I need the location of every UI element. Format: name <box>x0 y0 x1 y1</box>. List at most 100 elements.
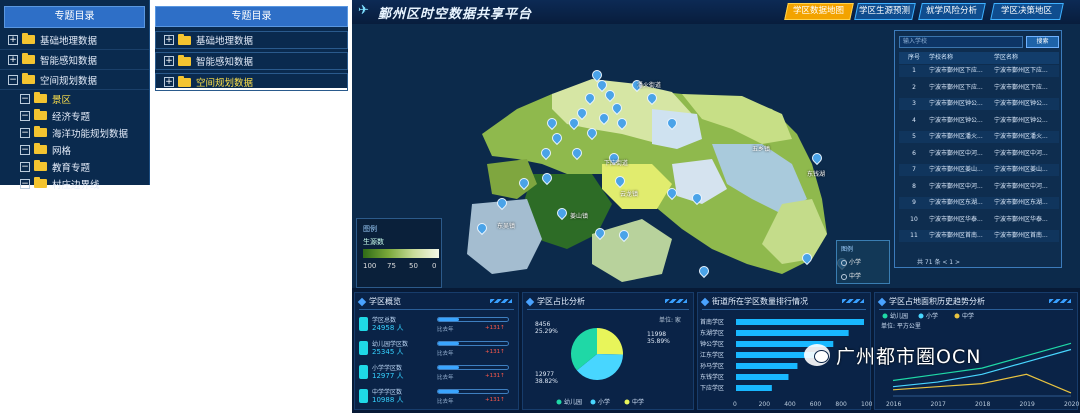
map-place-label: 姜山镇 <box>570 213 589 220</box>
ranking-bar[interactable] <box>736 363 798 369</box>
cell-index: 1 <box>912 67 916 74</box>
tab-decision-area[interactable]: 学区决策地区 <box>990 3 1064 20</box>
table-row[interactable]: 10 宁波市鄞州区华泰... 宁波市鄞州区华泰... <box>899 214 1059 226</box>
ranking-bar[interactable] <box>736 385 772 391</box>
folder-icon <box>22 73 35 84</box>
bar-category-label: 钟公学区 <box>700 340 724 348</box>
cell-school: 宁波市鄞州区下应... <box>929 83 983 91</box>
map-place-label: 下应街道 <box>604 160 629 167</box>
tree-child-economy[interactable]: − 经济专题 <box>0 107 149 124</box>
expand-icon[interactable]: + <box>164 35 174 45</box>
cell-school: 宁波市鄞州区钟公... <box>929 116 983 124</box>
collapse-icon[interactable]: − <box>8 74 18 85</box>
overview-change: +131↑ <box>485 397 505 403</box>
ranking-bar[interactable] <box>736 374 789 380</box>
tab-label: 就学风险分析 <box>926 6 978 16</box>
cell-index: 11 <box>910 232 918 239</box>
overview-value: 24958 人 <box>372 324 404 332</box>
radio-icon <box>841 273 847 280</box>
legend-tick: 50 <box>409 262 418 270</box>
overview-progress <box>437 389 509 394</box>
card-divider <box>359 309 514 310</box>
cell-index: 4 <box>912 116 916 124</box>
table-row[interactable]: 7 宁波市鄞州区姜山... 宁波市鄞州区姜山... <box>899 164 1059 176</box>
table-row[interactable]: 6 宁波市鄞州区中河... 宁波市鄞州区中河... <box>899 148 1059 160</box>
expand-icon[interactable]: + <box>164 56 174 66</box>
tree-item-sensing[interactable]: + 智能感知数据 <box>0 50 149 70</box>
x-tick-label: 0 <box>733 401 737 408</box>
pie-value-label: 8456 <box>535 321 550 328</box>
wechat-icon <box>804 344 830 366</box>
folder-icon <box>34 160 47 171</box>
tree-item-planning[interactable]: − 空间规划数据 <box>0 70 149 90</box>
map-legend: 图例 生源数 100 75 50 0 <box>356 218 442 288</box>
collapse-icon[interactable]: − <box>20 161 30 172</box>
expand-icon[interactable]: + <box>8 54 18 65</box>
table-row[interactable]: 5 宁波市鄞州区潘火... 宁波市鄞州区潘火... <box>899 131 1059 143</box>
tab-risk-analysis[interactable]: 就学风险分析 <box>918 3 986 20</box>
collapse-icon[interactable]: − <box>20 127 30 138</box>
collapse-icon[interactable]: − <box>20 110 30 121</box>
pie-slice[interactable] <box>597 328 623 355</box>
table-row[interactable]: 8 宁波市鄞州区中河... 宁波市鄞州区中河... <box>899 181 1059 193</box>
ranking-bar[interactable] <box>736 330 849 336</box>
ratio-pie-chart: 845625.29% 1297738.82% 1199835.89% 幼儿园 小学 中学 <box>535 321 670 406</box>
filter-option-primary[interactable]: 小学 <box>841 257 861 266</box>
table-row[interactable]: 4 宁波市鄞州区钟公... 宁波市鄞州区钟公... <box>899 115 1059 127</box>
tree-item-label: 教育专题 <box>52 162 91 174</box>
legend-dot <box>590 399 596 405</box>
ranking-bar[interactable] <box>736 319 864 325</box>
card-title: 学区占地面积历史趋势分析 <box>879 296 985 308</box>
tree-child-ocean[interactable]: − 海洋功能规划数据 <box>0 124 149 141</box>
tree-item-basic-geo[interactable]: + 基础地理数据 <box>0 30 149 50</box>
collapse-icon[interactable]: − <box>20 93 30 104</box>
tree-item-label: 空间规划数据 <box>196 78 254 89</box>
person-icon <box>359 317 368 331</box>
overview-compare: 比去年 <box>437 399 454 405</box>
tree-item-label: 基础地理数据 <box>40 35 98 47</box>
tree-item-label: 经济专题 <box>52 111 91 123</box>
cell-district: 宁波市鄞州区华泰... <box>994 215 1048 223</box>
table-row[interactable]: 9 宁波市鄞州区东湖... 宁波市鄞州区东湖... <box>899 197 1059 209</box>
expand-icon[interactable]: + <box>164 77 174 87</box>
filter-title: 图例 <box>841 246 854 253</box>
cell-district: 宁波市鄞州区姜山... <box>994 166 1048 173</box>
tree-child-grid[interactable]: − 网格 <box>0 141 149 158</box>
collapse-icon[interactable]: − <box>20 144 30 155</box>
tree-item-sensing[interactable]: + 智能感知数据 <box>155 52 348 70</box>
map-place-label: 东吴镇 <box>497 223 516 230</box>
table-row[interactable]: 1 宁波市鄞州区下应... 宁波市鄞州区下应... <box>899 65 1059 77</box>
legend-tick: 75 <box>387 262 396 270</box>
bar-category-label: 首南学区 <box>700 318 724 326</box>
table-row[interactable]: 3 宁波市鄞州区钟公... 宁波市鄞州区钟公... <box>899 98 1059 110</box>
expand-icon[interactable]: + <box>8 34 18 45</box>
tree-item-label: 基础地理数据 <box>196 36 254 47</box>
tree-child-scenic[interactable]: − 景区 <box>0 90 149 107</box>
cell-district: 宁波市鄞州区钟公... <box>994 100 1048 107</box>
card-title: 街道所在学区数量排行情况 <box>702 296 808 308</box>
tree-item-basic-geo[interactable]: + 基础地理数据 <box>155 31 348 49</box>
tree-item-label: 网格 <box>52 145 72 157</box>
school-list-panel: 输入学校 搜索 序号 学校名称 学区名称 1 宁波市鄞州区下应... 宁波市鄞州区下… <box>894 30 1062 268</box>
table-row[interactable]: 11 宁波市鄞州区首南... 宁波市鄞州区首南... <box>899 230 1059 242</box>
legend-dot <box>918 313 924 319</box>
bar-category-label: 东钱学区 <box>700 373 724 381</box>
cell-index: 8 <box>912 182 916 190</box>
cell-index: 5 <box>912 133 916 140</box>
x-tick-label: 200 <box>759 401 771 408</box>
search-button[interactable]: 搜索 <box>1026 36 1059 48</box>
tab-student-forecast[interactable]: 学区生源预测 <box>854 3 916 20</box>
tab-school-map[interactable]: 学区数据地图 <box>784 3 854 20</box>
collapse-icon[interactable]: − <box>20 178 30 189</box>
x-tick-label: 2017 <box>931 401 946 408</box>
filter-option-middle[interactable]: 中学 <box>841 271 861 280</box>
legend-subtitle: 生源数 <box>363 238 384 246</box>
folder-icon <box>34 126 47 137</box>
tree-item-planning[interactable]: + 空间规划数据 <box>155 73 348 91</box>
school-search-input[interactable]: 输入学校 <box>899 36 1023 48</box>
pagination[interactable]: 共 71 条 < 1 > <box>917 257 960 266</box>
tree-child-village[interactable]: − 村庄边界线 <box>0 175 149 192</box>
table-row[interactable]: 2 宁波市鄞州区下应... 宁波市鄞州区下应... <box>899 82 1059 94</box>
tree-child-education[interactable]: − 教育专题 <box>0 158 149 175</box>
legend-label: 小学 <box>598 398 610 406</box>
